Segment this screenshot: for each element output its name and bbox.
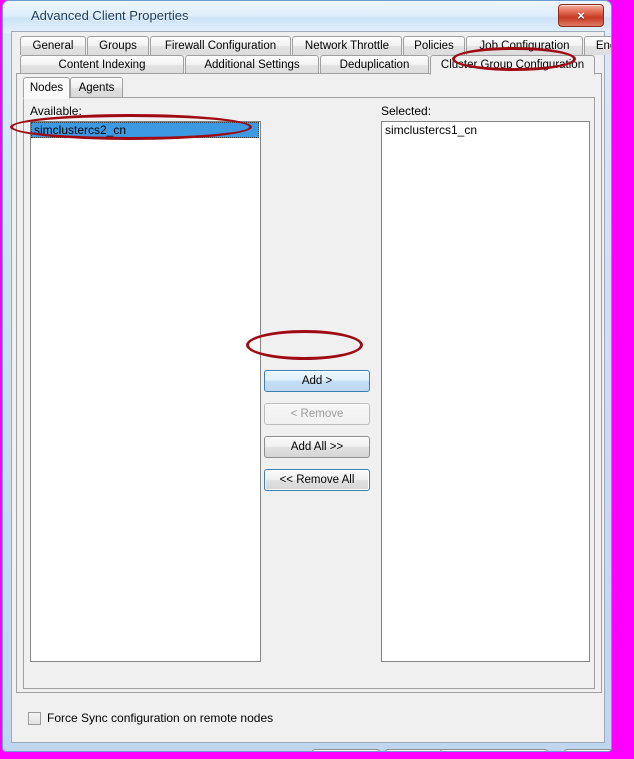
selected-list-label: Selected: xyxy=(381,104,432,118)
tab-cluster-group-configuration[interactable]: Cluster Group Configuration xyxy=(430,55,595,75)
tab-label: Encryption xyxy=(595,40,611,52)
list-item[interactable]: simclustercs1_cn xyxy=(382,122,589,138)
tab-label: Deduplication xyxy=(339,59,410,71)
add-button[interactable]: Add > xyxy=(264,370,370,392)
tab-row-secondary: Content Indexing Additional Settings Dedup… xyxy=(16,55,602,75)
tab-row-primary: General Groups Firewall Configuration Netwo… xyxy=(16,36,611,55)
close-button[interactable]: × xyxy=(558,4,604,27)
tab-content-indexing[interactable]: Content Indexing xyxy=(20,55,184,74)
title-bar: Advanced Client Properties × xyxy=(3,1,611,33)
button-label: << Remove All xyxy=(279,474,355,486)
tab-label: Job Configuration xyxy=(479,40,570,52)
help-button[interactable]: Help xyxy=(564,749,611,751)
dialog-client-area: General Groups Firewall Configuration Netwo… xyxy=(11,31,611,751)
nodes-panel: Available: simclustercs2_cn Selected: si… xyxy=(23,97,595,689)
force-sync-checkbox[interactable] xyxy=(28,711,41,725)
tab-encryption[interactable]: Encryption xyxy=(584,36,611,55)
tab-additional-settings[interactable]: Additional Settings xyxy=(185,55,319,74)
ok-button[interactable]: OK xyxy=(312,749,380,751)
subtab-nodes[interactable]: Nodes xyxy=(23,77,70,99)
tab-label: Network Throttle xyxy=(304,40,390,52)
chroma-strip-right xyxy=(612,0,634,759)
dialog-window: Advanced Client Properties × General Grou… xyxy=(2,0,612,752)
save-as-script-button[interactable]: Save As Script xyxy=(440,749,548,751)
add-all-button[interactable]: Add All >> xyxy=(264,436,370,458)
tab-network-throttle[interactable]: Network Throttle xyxy=(292,36,402,55)
tab-label: Content Indexing xyxy=(58,59,146,71)
available-listbox[interactable]: simclustercs2_cn xyxy=(30,121,261,662)
tab-deduplication[interactable]: Deduplication xyxy=(320,55,429,74)
remove-button: < Remove xyxy=(264,403,370,425)
tab-groups[interactable]: Groups xyxy=(87,36,149,55)
button-label: Add > xyxy=(301,375,333,387)
tab-label: Policies xyxy=(414,40,454,52)
tab-job-configuration[interactable]: Job Configuration xyxy=(466,36,583,55)
tab-label: Cluster Group Configuration xyxy=(440,59,585,71)
list-item[interactable]: simclustercs2_cn xyxy=(31,122,259,138)
subtab-label: Agents xyxy=(78,82,115,94)
selected-listbox[interactable]: simclustercs1_cn xyxy=(381,121,590,662)
close-icon: × xyxy=(577,8,585,23)
outer-tab-strip: General Groups Firewall Configuration Netwo… xyxy=(16,36,611,75)
button-label: < Remove xyxy=(290,408,344,420)
button-label: Add All >> xyxy=(290,441,344,453)
tab-label: General xyxy=(32,40,74,52)
subtab-agents[interactable]: Agents xyxy=(70,77,123,98)
tab-firewall-configuration[interactable]: Firewall Configuration xyxy=(150,36,291,55)
remove-all-button[interactable]: << Remove All xyxy=(264,469,370,491)
tab-label: Groups xyxy=(99,40,137,52)
available-list-label: Available: xyxy=(30,104,82,118)
force-sync-checkbox-row[interactable]: Force Sync configuration on remote nodes xyxy=(28,711,273,725)
subtab-label: Nodes xyxy=(29,82,64,94)
tab-label: Firewall Configuration xyxy=(164,40,277,52)
window-title: Advanced Client Properties xyxy=(31,8,189,23)
force-sync-label: Force Sync configuration on remote nodes xyxy=(47,711,274,725)
tab-label: Additional Settings xyxy=(204,59,300,71)
tab-policies[interactable]: Policies xyxy=(403,36,465,55)
tab-general[interactable]: General xyxy=(20,36,86,55)
